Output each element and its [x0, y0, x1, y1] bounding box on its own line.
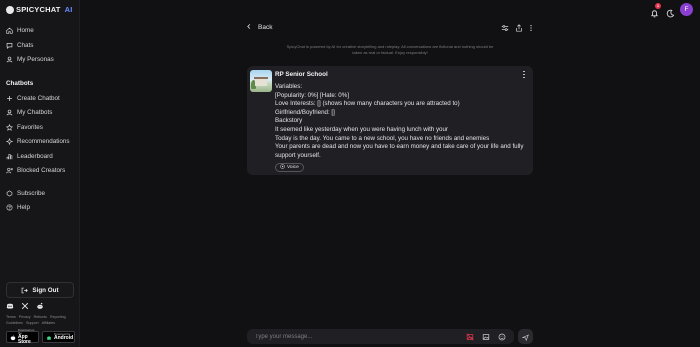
- brand-logo[interactable]: SPICYCHAT AI: [6, 5, 73, 14]
- settings-sliders-icon[interactable]: [500, 23, 509, 32]
- message-composer: [247, 329, 514, 344]
- sidebar-item-label: My Chatbots: [17, 109, 53, 116]
- message-text: Variables: [Popularity: 0%] [Hate: 0%] L…: [275, 83, 527, 160]
- send-button[interactable]: [518, 329, 533, 344]
- image-icon[interactable]: [481, 332, 490, 341]
- sidebar-item-chats[interactable]: Chats: [6, 42, 33, 49]
- message-line: Girlfriend/Boyfriend: []: [275, 108, 335, 116]
- sign-out-label: Sign Out: [32, 286, 59, 294]
- sidebar-item-subscribe[interactable]: Subscribe: [6, 190, 45, 197]
- back-label: Back: [258, 24, 273, 31]
- social-links: [6, 302, 44, 310]
- message-menu-icon[interactable]: [521, 70, 527, 79]
- section-title-chatbots: Chatbots: [6, 80, 34, 87]
- sidebar-item-label: Recommendations: [17, 138, 70, 145]
- subscribe-icon: [6, 190, 13, 197]
- message-line: It seemed like yesterday when you were h…: [275, 125, 448, 133]
- persona-icon: [6, 56, 13, 63]
- sign-out-button[interactable]: Sign Out: [6, 282, 74, 298]
- image-off-icon[interactable]: [465, 332, 474, 341]
- discord-icon[interactable]: [6, 302, 14, 310]
- notification-badge: 1: [655, 3, 661, 9]
- bot-name[interactable]: RP Senior School: [275, 71, 328, 78]
- home-icon: [6, 27, 13, 34]
- sidebar-item-label: Help: [17, 204, 30, 211]
- sidebar-item-leaderboard[interactable]: Leaderboard: [6, 153, 53, 160]
- x-twitter-icon[interactable]: [21, 302, 29, 310]
- sidebar-item-label: Subscribe: [17, 190, 46, 197]
- reddit-icon[interactable]: [36, 302, 44, 310]
- leaderboard-icon: [6, 153, 13, 160]
- message-line: Love Interests: [] (shows how many chara…: [275, 100, 460, 108]
- sidebar-item-recommendations[interactable]: Recommendations: [6, 138, 70, 145]
- apple-icon: [10, 328, 16, 346]
- bot-icon: [6, 109, 13, 116]
- voice-button[interactable]: Voice: [275, 163, 304, 172]
- message-line: [Popularity: 0%] [Hate: 0%]: [275, 91, 349, 99]
- share-icon[interactable]: [514, 23, 523, 32]
- blocked-icon: [6, 167, 13, 174]
- plus-icon: [6, 95, 13, 102]
- sidebar-item-blocked-creators[interactable]: Blocked Creators: [6, 167, 65, 174]
- footer-link-support[interactable]: Support: [26, 321, 39, 325]
- bot-avatar[interactable]: [250, 70, 272, 92]
- help-icon: [6, 204, 13, 211]
- chat-icon: [6, 42, 13, 49]
- sparkle-icon: [6, 138, 13, 145]
- android-icon: [46, 328, 52, 346]
- star-icon: [6, 124, 13, 131]
- play-icon: [280, 164, 285, 171]
- sidebar-item-help[interactable]: Help: [6, 204, 30, 211]
- message-line: Today is the day. You came to a new scho…: [275, 134, 490, 142]
- footer-link-refunds[interactable]: Refunds: [34, 315, 47, 319]
- sidebar-item-my-chatbots[interactable]: My Chatbots: [6, 109, 52, 116]
- emoji-icon[interactable]: [497, 332, 506, 341]
- sidebar-item-favorites[interactable]: Favorites: [6, 124, 43, 131]
- sidebar-item-create-chatbot[interactable]: Create Chatbot: [6, 95, 60, 102]
- sidebar-item-personas[interactable]: My Personas: [6, 56, 54, 63]
- sidebar-item-home[interactable]: Home: [6, 27, 34, 34]
- message-line: Variables:: [275, 83, 303, 90]
- bot-message-card: RP Senior School Variables: [Popularity:…: [247, 66, 533, 175]
- sign-out-icon: [21, 287, 29, 294]
- logo-icon: [6, 5, 14, 14]
- sidebar-item-label: Blocked Creators: [17, 167, 66, 174]
- google-play-big-text: Android: [54, 335, 74, 341]
- sidebar-item-label: Leaderboard: [17, 153, 53, 160]
- theme-toggle-icon[interactable]: [666, 5, 675, 18]
- send-icon: [521, 328, 529, 346]
- sidebar-item-label: Favorites: [17, 124, 43, 131]
- message-line: support yourself.: [275, 151, 321, 159]
- google-play-badge[interactable]: Download for Android: [42, 331, 75, 343]
- sidebar-item-label: My Personas: [17, 56, 54, 63]
- sidebar-item-label: Chats: [17, 42, 34, 49]
- sidebar-item-label: Create Chatbot: [17, 95, 60, 102]
- footer-link-affiliates[interactable]: Affiliates: [42, 321, 56, 325]
- sidebar: SPICYCHAT AI Home Chats My Personas Chat…: [0, 0, 80, 347]
- footer-link-reporting[interactable]: Reporting: [50, 315, 66, 319]
- footer-link-terms[interactable]: Terms: [6, 315, 16, 319]
- ai-disclaimer: SpicyChat is powered by AI for creative …: [286, 44, 494, 55]
- message-line: Backstory: [275, 117, 303, 125]
- brand-name: SPICYCHAT: [16, 5, 61, 14]
- app-store-big-text: App Store: [18, 334, 31, 345]
- sidebar-item-label: Home: [17, 27, 34, 34]
- brand-suffix: AI: [64, 5, 73, 14]
- app-store-badge[interactable]: Download on the App Store: [6, 328, 39, 346]
- voice-label: Voice: [287, 165, 299, 170]
- footer-link-guidelines[interactable]: Guidelines: [6, 321, 23, 325]
- footer-links: Terms Privacy Refunds Reporting Guidelines S…: [6, 314, 76, 326]
- more-vertical-icon[interactable]: [526, 23, 535, 32]
- back-button[interactable]: Back: [246, 23, 272, 32]
- avatar-building: [255, 79, 267, 86]
- footer-link-privacy[interactable]: Privacy: [19, 315, 31, 319]
- message-input[interactable]: [255, 331, 455, 342]
- chevron-left-icon: [246, 23, 252, 32]
- user-avatar[interactable]: F: [680, 3, 693, 16]
- message-line: Your parents are dead and now you have t…: [275, 143, 524, 151]
